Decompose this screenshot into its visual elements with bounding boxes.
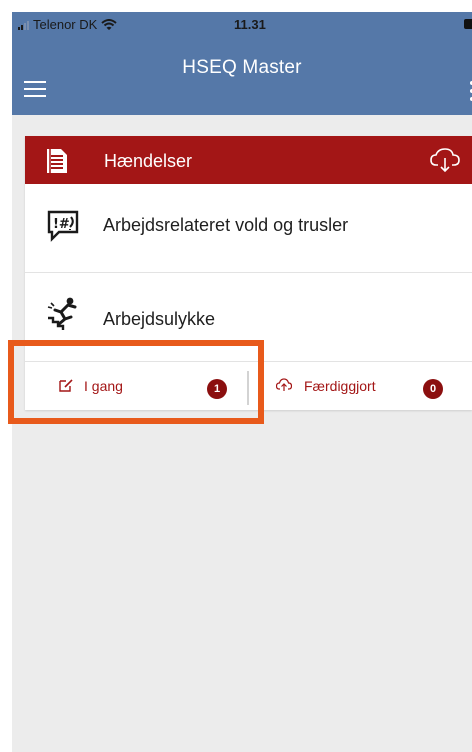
tab-completed-label: Færdiggjort [304, 378, 376, 394]
person-falling-stairs-icon [47, 297, 77, 330]
list-item-label: Arbejdsrelateret vold og trusler [103, 215, 349, 235]
speech-bubble-hashtag-icon: !# [47, 210, 79, 242]
signal-icon [18, 20, 29, 30]
svg-text:!#: !# [53, 217, 70, 232]
app-bar: Telenor DK 11.31 HSEQ Master [12, 12, 472, 115]
page-title: HSEQ Master [182, 57, 302, 78]
cloud-upload-icon [276, 378, 292, 391]
tab-completed[interactable]: Færdiggjort 0 [249, 362, 472, 410]
highlight-box [8, 340, 264, 424]
completed-count-badge: 0 [423, 379, 443, 399]
status-bar: Telenor DK 11.31 [12, 12, 472, 36]
list-item-violence-threats[interactable]: !# Arbejdsrelateret vold og trusler [25, 184, 472, 273]
battery-icon [464, 19, 472, 29]
status-time: 11.31 [234, 17, 266, 32]
card-title: Hændelser [104, 151, 193, 171]
status-left: Telenor DK [18, 17, 117, 32]
wifi-icon [101, 18, 117, 30]
list-item-label: Arbejdsulykke [103, 309, 216, 329]
card-header: Hændelser [25, 136, 472, 184]
cloud-download-icon[interactable] [430, 147, 460, 173]
hamburger-menu-icon[interactable] [24, 81, 46, 97]
document-list-icon [47, 149, 67, 173]
carrier-name: Telenor DK [33, 17, 98, 32]
